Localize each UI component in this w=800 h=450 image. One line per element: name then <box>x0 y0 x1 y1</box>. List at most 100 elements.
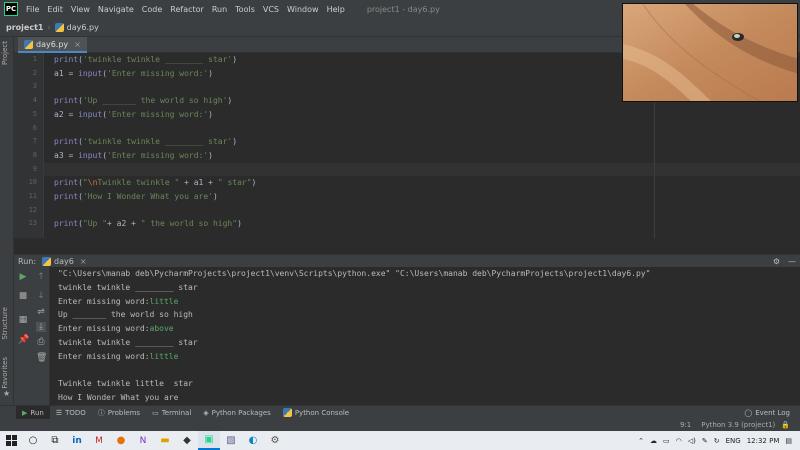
todo-tool-label: TODO <box>65 408 86 417</box>
print-icon[interactable]: ⎙ <box>36 337 46 347</box>
console-user-input: little <box>149 296 179 306</box>
python-packages-tool-button[interactable]: ◈ Python Packages <box>197 406 277 420</box>
edge-icon[interactable]: ◐ <box>242 431 264 450</box>
menu-navigate[interactable]: Navigate <box>94 5 138 14</box>
project-tool-tab[interactable]: Project <box>1 41 9 65</box>
code-line[interactable]: print('twinkle twinkle ________ star') <box>54 55 237 64</box>
lock-icon[interactable]: 🔒 <box>781 421 790 429</box>
stop-icon[interactable]: ■ <box>18 291 28 301</box>
problems-tool-button[interactable]: ⓘ Problems <box>92 406 146 420</box>
structure-tool-tab[interactable]: Structure <box>1 307 9 340</box>
code-token: print <box>54 192 79 201</box>
window-title: project1 - day6.py <box>366 4 440 14</box>
onenote-icon[interactable]: N <box>132 431 154 450</box>
code-line[interactable]: a1 = input('Enter missing word:') <box>54 69 213 78</box>
console-line: Enter missing word:little <box>58 352 178 361</box>
code-line[interactable]: print("Up "+ a2 + " the world so high") <box>54 219 242 228</box>
photos-icon[interactable]: ▧ <box>220 431 242 450</box>
console-output-text: "C:\Users\manab deb\PycharmProjects\proj… <box>58 269 651 278</box>
menu-window[interactable]: Window <box>283 5 323 14</box>
console-line: twinkle twinkle ________ star <box>58 338 198 347</box>
rerun-icon[interactable]: ▶ <box>18 272 28 282</box>
volume-icon[interactable]: ◁) <box>688 437 696 445</box>
code-token: ) <box>232 55 238 64</box>
up-arrow-icon[interactable]: ↑ <box>36 272 46 282</box>
favorites-tool-tab[interactable]: Favorites <box>1 357 9 389</box>
code-line[interactable]: print('Up _______ the world so high') <box>54 96 232 105</box>
code-token: ) <box>212 192 218 201</box>
run-tool-button[interactable]: ▶ Run <box>16 405 50 420</box>
menu-run[interactable]: Run <box>208 5 231 14</box>
code-token: print <box>54 55 79 64</box>
linkedin-icon[interactable]: in <box>66 431 88 450</box>
layout-icon[interactable]: ▦ <box>18 315 28 325</box>
notification-icon[interactable]: ▤ <box>785 437 792 445</box>
wifi-icon[interactable]: ◠ <box>676 437 682 445</box>
menu-edit[interactable]: Edit <box>43 5 67 14</box>
trash-icon[interactable]: 🗑 <box>36 353 47 363</box>
python-console-tool-button[interactable]: Python Console <box>277 406 355 420</box>
menu-file[interactable]: File <box>22 5 43 14</box>
interpreter-status[interactable]: Python 3.9 (project1) <box>701 421 775 429</box>
language-indicator[interactable]: ENG <box>726 437 741 445</box>
close-icon[interactable]: × <box>80 257 87 266</box>
close-icon[interactable]: × <box>74 40 81 49</box>
clock[interactable]: 12:32 PM <box>747 437 780 445</box>
chevron-up-icon[interactable]: ⌃ <box>638 437 644 445</box>
breadcrumb-project[interactable]: project1 <box>6 23 43 32</box>
app-icon[interactable]: ◆ <box>176 431 198 450</box>
menu-help[interactable]: Help <box>323 5 349 14</box>
windows-start-icon[interactable] <box>0 431 22 450</box>
line-number: 3 <box>32 82 37 91</box>
minimize-icon[interactable]: — <box>788 257 796 266</box>
event-log-tool-label: Event Log <box>755 408 790 417</box>
gmail-icon[interactable]: M <box>88 431 110 450</box>
video-overlay[interactable] <box>622 3 798 102</box>
code-line[interactable]: a3 = input('Enter missing word:') <box>54 151 213 160</box>
windows-taskbar: ○ ⧉ in M ● N ▬ ◆ ▣ ▧ ◐ ⚙ ⌃ ☁ ▭ ◠ ◁) ✎ ↻ … <box>0 431 800 450</box>
tab-day6[interactable]: day6.py × <box>18 37 87 53</box>
code-line[interactable]: a2 = input('Enter missing word:') <box>54 110 213 119</box>
menu-vcs[interactable]: VCS <box>259 5 283 14</box>
menu-code[interactable]: Code <box>138 5 166 14</box>
menu-view[interactable]: View <box>67 5 94 14</box>
python-file-icon <box>54 22 64 32</box>
gear-icon[interactable]: ⚙ <box>773 257 780 266</box>
code-token: "Up " <box>82 219 108 229</box>
file-explorer-icon[interactable]: ▬ <box>154 431 176 450</box>
menu-tools[interactable]: Tools <box>231 5 259 14</box>
line-number-gutter: 1 2 3 4 5 6 7 8 9 10 11 12 13 <box>14 53 44 238</box>
pycharm-taskbar-icon[interactable]: ▣ <box>198 431 220 450</box>
pen-icon[interactable]: ✎ <box>702 437 708 445</box>
down-arrow-icon[interactable]: ↓ <box>36 291 46 301</box>
menu-refactor[interactable]: Refactor <box>166 5 208 14</box>
code-line[interactable]: print('twinkle twinkle ________ star') <box>54 137 237 146</box>
list-icon: ☰ <box>55 408 63 417</box>
soft-wrap-icon[interactable]: ⇌ <box>36 307 46 317</box>
event-log-icon: ◯ <box>744 408 753 417</box>
network-icon[interactable]: ▭ <box>663 437 670 445</box>
scroll-to-end-icon[interactable]: ⤓ <box>36 322 46 332</box>
problems-tool-label: Problems <box>107 408 141 417</box>
sync-icon[interactable]: ↻ <box>714 437 720 445</box>
code-line[interactable]: print("\nTwinkle twinkle " + a1 + " star… <box>54 178 256 187</box>
search-icon[interactable]: ○ <box>22 431 44 450</box>
firefox-icon[interactable]: ● <box>110 431 132 450</box>
python-console-tool-label: Python Console <box>294 408 350 417</box>
terminal-tool-button[interactable]: ▭ Terminal <box>146 406 197 420</box>
breadcrumb-file[interactable]: day6.py <box>67 23 99 32</box>
code-token: + a1 + <box>179 178 218 188</box>
todo-tool-button[interactable]: ☰ TODO <box>50 406 92 420</box>
problems-icon: ⓘ <box>97 408 105 417</box>
cloud-icon[interactable]: ☁ <box>650 437 657 445</box>
task-view-icon[interactable]: ⧉ <box>44 431 66 450</box>
python-run-config-icon <box>42 256 52 266</box>
settings-icon[interactable]: ⚙ <box>264 431 286 450</box>
code-line[interactable]: print('How I Wonder What you are') <box>54 192 218 201</box>
run-console[interactable]: "C:\Users\manab deb\PycharmProjects\proj… <box>50 267 800 405</box>
pin-icon[interactable]: 📌 <box>18 335 29 345</box>
run-config-tab[interactable]: day6 <box>54 257 74 266</box>
console-output-text: Enter missing word: <box>58 296 150 306</box>
caret-position[interactable]: 9:1 <box>680 421 691 429</box>
event-log-tool-button[interactable]: ◯ Event Log <box>738 406 796 420</box>
